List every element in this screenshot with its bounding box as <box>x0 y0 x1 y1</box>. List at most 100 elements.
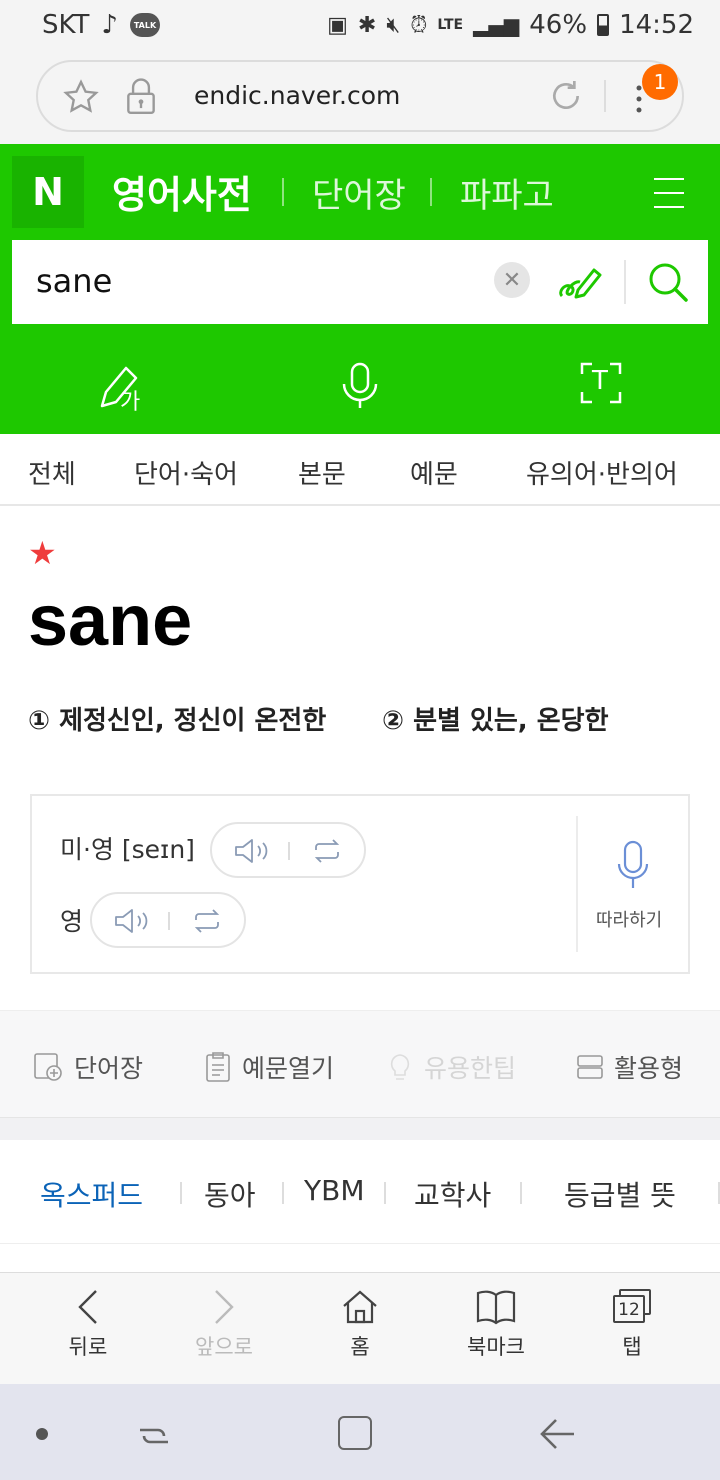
status-bar: SKT ♪ TALK ▣ ✱ 🔇︎ ⏰︎ LTE ▂▄▆ 46% 14:52 <box>0 0 720 52</box>
url-text[interactable]: endic.naver.com <box>194 81 400 110</box>
nav-link-papago[interactable]: 파파고 <box>460 168 554 217</box>
tab-count: 12 <box>613 1295 645 1323</box>
source-tab-donga[interactable]: 동아 <box>204 1174 256 1214</box>
repeat-icon[interactable] <box>192 908 222 938</box>
source-divider <box>520 1182 522 1204</box>
network-label: LTE <box>437 17 464 33</box>
pill-divider <box>168 912 170 930</box>
pronunciation-uk-controls <box>90 892 246 948</box>
pronunciation-us-controls <box>210 822 366 878</box>
source-divider <box>282 1182 284 1204</box>
lock-icon <box>124 78 158 120</box>
section-gap <box>0 1118 720 1140</box>
clock: 14:52 <box>619 10 694 40</box>
meaning-2: ② 분별 있는, 온당한 <box>382 706 609 736</box>
inflection-button[interactable]: 활용형 <box>576 1049 683 1085</box>
tab-body[interactable]: 본문 <box>298 454 346 491</box>
mute-icon: 🔇︎ <box>386 12 401 38</box>
voice-input-icon[interactable] <box>340 362 380 414</box>
tabs-label: 탭 <box>622 1335 642 1359</box>
layers-icon <box>577 1055 603 1079</box>
bluetooth-icon: ✱ <box>357 12 377 38</box>
hamburger-menu-icon[interactable] <box>654 178 684 220</box>
dictionary-source-tabs: 옥스퍼드 동아 YBM 교학사 등급별 뜻 <box>0 1140 720 1244</box>
search-input[interactable]: sane <box>36 262 112 300</box>
star-bookmark-icon[interactable] <box>62 78 100 120</box>
battery-icon <box>597 14 610 36</box>
chevron-right-icon <box>215 1290 234 1324</box>
bookmarks-button[interactable]: 북마크 <box>446 1289 546 1361</box>
pronunciation-us-uk: 미·영 [seɪn] <box>60 835 195 864</box>
pill-divider <box>288 842 290 860</box>
ocr-label: T <box>592 366 608 396</box>
notification-badge: 1 <box>642 64 678 100</box>
nav-link-wordbook[interactable]: 단어장 <box>312 168 406 217</box>
source-tab-kyohak[interactable]: 교학사 <box>414 1174 491 1214</box>
tabs-icon: 12 <box>611 1289 653 1325</box>
back-button[interactable]: 뒤로 <box>38 1289 138 1361</box>
signal-icon: ▂▄▆ <box>473 13 520 37</box>
carrier-label: SKT <box>42 10 90 40</box>
entry-actions: 단어장 예문열기 유용한팁 활용형 <box>0 1010 720 1118</box>
source-tab-ybm[interactable]: YBM <box>304 1174 364 1207</box>
back-label: 뒤로 <box>68 1335 108 1359</box>
home-icon <box>343 1290 377 1324</box>
battery-percent: 46% <box>529 10 588 40</box>
importance-star-icon: ★ <box>28 534 57 572</box>
tab-words-idioms[interactable]: 단어·숙어 <box>134 454 238 491</box>
forward-button[interactable]: 앞으로 <box>174 1289 274 1361</box>
pronunciation-box: 미·영 [seɪn] 영 따라하기 <box>30 794 690 974</box>
source-tab-oxford[interactable]: 옥스퍼드 <box>40 1174 143 1214</box>
url-divider <box>604 80 606 112</box>
inflection-label: 활용형 <box>614 1054 684 1083</box>
tab-examples[interactable]: 예문 <box>410 454 458 491</box>
home-label: 홈 <box>350 1335 370 1359</box>
repeat-icon[interactable] <box>312 838 342 868</box>
forward-label: 앞으로 <box>195 1335 253 1359</box>
data-saver-icon: ▣ <box>327 12 348 38</box>
tab-all[interactable]: 전체 <box>28 454 76 491</box>
address-bar[interactable]: endic.naver.com 1 <box>36 60 684 132</box>
browser-bottom-bar: 뒤로 앞으로 홈 북마크 12 탭 <box>0 1272 720 1384</box>
book-icon <box>476 1290 516 1325</box>
result-tabs: 전체 단어·숙어 본문 예문 유의어·반의어 <box>0 434 720 506</box>
recent-apps-icon[interactable] <box>136 1418 172 1458</box>
open-examples-label: 예문열기 <box>242 1054 335 1083</box>
useful-tips-label: 유용한팁 <box>424 1054 517 1083</box>
speaker-icon[interactable] <box>114 908 154 938</box>
source-divider <box>384 1182 386 1204</box>
add-to-wordbook-button[interactable]: 단어장 <box>32 1049 143 1085</box>
ocr-camera-icon[interactable]: T <box>580 362 622 408</box>
source-tab-level-meaning[interactable]: 등급별 뜻 <box>564 1174 676 1214</box>
wordbook-label: 단어장 <box>74 1054 144 1083</box>
search-icon[interactable] <box>646 260 690 308</box>
back-nav-icon[interactable] <box>536 1416 576 1456</box>
nav-divider <box>282 178 284 206</box>
add-note-icon <box>34 1053 62 1081</box>
follow-along-button[interactable]: 따라하기 <box>596 906 662 932</box>
browser-toolbar: endic.naver.com 1 <box>0 52 720 144</box>
source-divider <box>180 1182 182 1204</box>
home-nav-icon[interactable] <box>338 1416 372 1450</box>
naver-logo[interactable]: N <box>12 156 84 228</box>
reload-icon[interactable] <box>546 76 586 120</box>
follow-mic-icon[interactable] <box>616 840 650 896</box>
pron-divider <box>576 816 578 952</box>
tabs-button[interactable]: 12 탭 <box>582 1289 682 1361</box>
speaker-icon[interactable] <box>234 838 274 868</box>
meaning-1: ① 제정신인, 정신이 온전한 <box>28 706 327 736</box>
clear-search-icon[interactable]: ✕ <box>494 262 530 298</box>
open-examples-button[interactable]: 예문열기 <box>204 1049 334 1085</box>
alarm-icon: ⏰︎ <box>410 12 428 38</box>
bookmarks-label: 북마크 <box>467 1335 525 1359</box>
handwriting-pen-icon[interactable] <box>556 260 604 308</box>
handwriting-input-icon[interactable]: 가 <box>98 362 146 415</box>
tab-synonyms-antonyms[interactable]: 유의어·반의어 <box>526 454 678 491</box>
keyboard-dot-icon[interactable] <box>36 1428 48 1440</box>
useful-tips-button[interactable]: 유용한팁 <box>386 1049 516 1085</box>
search-box[interactable]: sane ✕ <box>12 240 708 324</box>
nav-divider <box>430 178 432 206</box>
home-button[interactable]: 홈 <box>310 1289 410 1361</box>
search-divider <box>624 260 626 304</box>
dictionary-title[interactable]: 영어사전 <box>112 164 252 219</box>
